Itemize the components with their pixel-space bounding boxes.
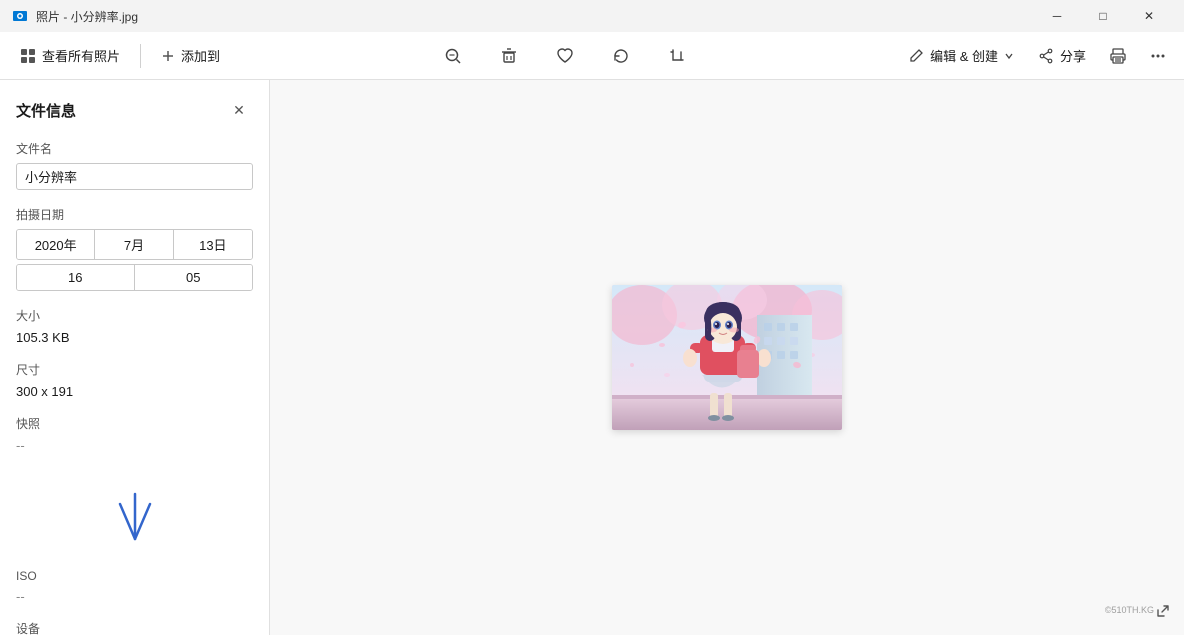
heart-icon [556,47,574,65]
time-hour[interactable]: 16 [17,265,135,290]
favorite-button[interactable] [547,38,583,74]
file-info-panel: 文件信息 ✕ 文件名 拍摄日期 2020年 7月 13日 16 05 大小 10… [0,80,270,635]
dimension-section: 尺寸 300 x 191 [16,361,253,399]
panel-close-button[interactable]: ✕ [225,96,253,124]
view-all-photos-button[interactable]: 查看所有照片 [8,40,132,71]
more-options-button[interactable] [1140,38,1176,74]
more-icon [1149,47,1167,65]
add-icon [161,49,175,63]
titlebar: 照片 - 小分辨率.jpg ─ □ ✕ [0,0,1184,32]
zoom-button[interactable] [435,38,471,74]
add-to-label: 添加到 [181,46,220,65]
add-to-button[interactable]: 添加到 [149,40,232,71]
size-label: 大小 [16,307,253,324]
photo-illustration [612,285,842,430]
size-value: 105.3 KB [16,330,253,345]
photo-frame [612,285,842,430]
date-day[interactable]: 13日 [174,230,252,259]
minimize-button[interactable]: ─ [1034,0,1080,32]
time-grid: 16 05 [16,264,253,291]
device-label: 设备 [16,620,253,635]
share-label: 分享 [1060,46,1086,65]
zoom-icon [444,47,462,65]
date-label: 拍摄日期 [16,206,253,223]
shutter-label: 快照 [16,415,253,432]
date-year[interactable]: 2020年 [17,230,95,259]
date-grid: 2020年 7月 13日 [16,229,253,260]
share-button[interactable]: 分享 [1028,40,1096,71]
panel-title: 文件信息 [16,100,76,121]
app-icon [12,8,28,24]
shutter-section: 快照 -- [16,415,253,453]
maximize-button[interactable]: □ [1080,0,1126,32]
dimension-value: 300 x 191 [16,384,253,399]
window-title: 照片 - 小分辨率.jpg [36,8,1034,25]
delete-icon [500,47,518,65]
image-viewer[interactable]: ©510TH.KG [270,80,1184,635]
print-icon [1109,47,1127,65]
rotate-button[interactable] [603,38,639,74]
chevron-down-icon [1004,51,1014,61]
share-icon [1038,48,1054,64]
watermark: ©510TH.KG [1105,605,1154,615]
view-all-label: 查看所有照片 [42,46,120,65]
crop-icon [668,47,686,65]
date-month[interactable]: 7月 [95,230,173,259]
edit-create-button[interactable]: 编辑 & 创建 [898,40,1024,71]
shutter-value: -- [16,438,253,453]
main-content: 文件信息 ✕ 文件名 拍摄日期 2020年 7月 13日 16 05 大小 10… [0,80,1184,635]
panel-header: 文件信息 ✕ [16,96,253,124]
window-controls: ─ □ ✕ [1034,0,1172,32]
iso-section: ISO -- [16,569,253,604]
toolbar-divider-1 [140,44,141,68]
iso-label: ISO [16,569,253,583]
filename-input[interactable] [16,163,253,190]
crop-button[interactable] [659,38,695,74]
dimension-label: 尺寸 [16,361,253,378]
edit-create-label: 编辑 & 创建 [930,46,998,65]
rotate-icon [612,47,630,65]
expand-icon[interactable] [1156,604,1170,621]
device-section: 设备 -- [16,620,253,635]
delete-button[interactable] [491,38,527,74]
iso-value: -- [16,589,253,604]
signature-drawing [90,479,180,559]
close-button[interactable]: ✕ [1126,0,1172,32]
print-button[interactable] [1100,38,1136,74]
date-section: 拍摄日期 2020年 7月 13日 16 05 [16,206,253,291]
signature-area [16,469,253,569]
filename-section: 文件名 [16,140,253,190]
toolbar: 查看所有照片 添加到 [0,32,1184,80]
time-minute[interactable]: 05 [135,265,253,290]
photo-container [612,285,842,430]
size-section: 大小 105.3 KB [16,307,253,345]
filename-label: 文件名 [16,140,253,157]
photos-icon [20,48,36,64]
edit-icon [908,48,924,64]
